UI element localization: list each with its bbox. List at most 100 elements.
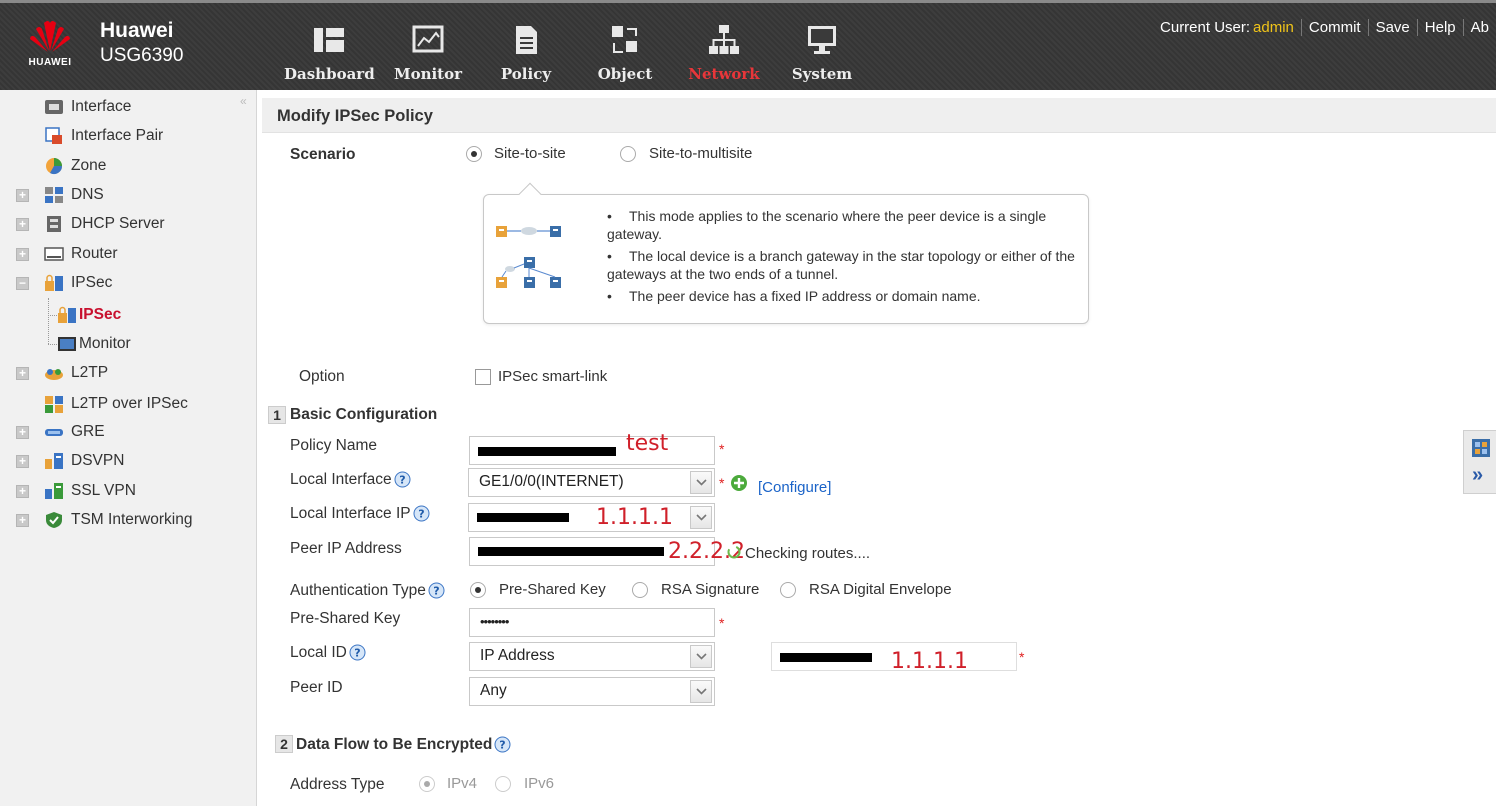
sidebar-item-label: DHCP Server — [71, 215, 165, 232]
help-link[interactable]: Help — [1416, 19, 1463, 36]
help-icon[interactable]: ? — [394, 471, 411, 488]
basic-config-title: Basic Configuration — [290, 406, 438, 423]
sidebar-item-interface[interactable]: Interface — [44, 94, 131, 120]
nav-network[interactable]: Network — [679, 23, 769, 83]
svg-text:?: ? — [418, 508, 424, 521]
dropdown-button[interactable] — [690, 645, 712, 668]
pre-shared-key-radio[interactable] — [470, 582, 486, 598]
scenario-tip-list: This mode applies to the scenario where … — [607, 207, 1077, 309]
ipsec-smart-link-checkbox[interactable] — [475, 369, 491, 385]
local-interface-ip-label: Local Interface IP? — [290, 505, 430, 523]
ipsec-icon — [45, 274, 63, 291]
site-to-multisite-radio[interactable] — [620, 146, 636, 162]
local-interface-select[interactable]: GE1/0/0(INTERNET) — [468, 468, 715, 497]
help-icon[interactable]: ? — [413, 505, 430, 522]
sidebar-item-tsm-interworking[interactable]: TSM Interworking — [44, 507, 192, 533]
gre-icon — [45, 429, 63, 436]
sidebar-item-interface-pair[interactable]: Interface Pair — [44, 123, 163, 149]
expand-dns-toggle[interactable]: + — [16, 189, 29, 202]
local-interface-ip-select[interactable] — [468, 503, 715, 532]
nav-object[interactable]: Object — [580, 23, 670, 83]
local-id-value: IP Address — [480, 647, 555, 664]
expand-dhcp-toggle[interactable]: + — [16, 218, 29, 231]
rsa-digital-envelope-label[interactable]: RSA Digital Envelope — [809, 581, 952, 598]
sidebar-item-dsvpn[interactable]: DSVPN — [44, 448, 124, 474]
expand-panel-button[interactable]: » — [1472, 465, 1483, 485]
sidebar-item-router[interactable]: Router — [44, 241, 118, 267]
expand-gre-toggle[interactable]: + — [16, 426, 29, 439]
policy-name-input[interactable] — [469, 436, 715, 465]
dropdown-button[interactable] — [690, 471, 712, 494]
expand-l2tp-toggle[interactable]: + — [16, 367, 29, 380]
huawei-logo: HUAWEI — [20, 17, 80, 73]
ipv4-label[interactable]: IPv4 — [447, 775, 477, 792]
expand-router-toggle[interactable]: + — [16, 248, 29, 261]
address-type-label: Address Type — [290, 776, 385, 793]
sidebar-item-l2tp[interactable]: L2TP — [44, 360, 108, 386]
ipv6-label[interactable]: IPv6 — [524, 775, 554, 792]
site-to-multisite-label[interactable]: Site-to-multisite — [649, 145, 752, 162]
sidebar-item-label: TSM Interworking — [71, 511, 193, 528]
configure-link[interactable]: [Configure] — [758, 479, 831, 496]
help-icon[interactable]: ? — [494, 736, 511, 753]
policy-icon — [516, 26, 537, 54]
expand-ssl-vpn-toggle[interactable]: + — [16, 485, 29, 498]
sidebar-item-ipsec[interactable]: IPSec — [57, 302, 121, 328]
sidebar-item-dhcp-server[interactable]: DHCP Server — [44, 211, 165, 237]
sidebar: « Interface Interface Pair Zone + DNS + … — [0, 90, 257, 806]
sidebar-item-label: DNS — [71, 186, 104, 203]
redaction-bar — [478, 447, 616, 456]
huawei-wordmark: HUAWEI — [28, 57, 72, 68]
rsa-digital-envelope-radio[interactable] — [780, 582, 796, 598]
nav-dashboard[interactable]: Dashboard — [284, 23, 375, 83]
collapse-ipsec-toggle[interactable]: − — [16, 277, 29, 290]
sidebar-collapse-button[interactable]: « — [240, 94, 247, 108]
sidebar-item-dns[interactable]: DNS — [44, 182, 104, 208]
peer-id-value: Any — [480, 682, 507, 699]
ipv4-radio[interactable] — [419, 776, 435, 792]
dhcp-server-icon — [47, 216, 61, 232]
help-icon[interactable]: ? — [428, 582, 445, 599]
rsa-signature-radio[interactable] — [632, 582, 648, 598]
sidebar-item-gre[interactable]: GRE — [44, 419, 105, 445]
commit-link[interactable]: Commit — [1300, 19, 1368, 36]
top-right-toolbar: Current User: admin Commit Save Help Ab — [1153, 19, 1496, 36]
chevron-down-icon — [696, 514, 707, 521]
sidebar-item-ipsec-monitor[interactable]: Monitor — [57, 331, 131, 357]
dropdown-button[interactable] — [690, 680, 712, 703]
sidebar-item-zone[interactable]: Zone — [44, 153, 106, 179]
dropdown-button[interactable] — [690, 506, 712, 529]
nav-system[interactable]: System — [777, 23, 867, 83]
l2tp-over-ipsec-icon — [45, 396, 63, 413]
local-interface-label-text: Local Interface — [290, 471, 392, 488]
local-id-label-text: Local ID — [290, 644, 347, 661]
peer-id-select[interactable]: Any — [469, 677, 715, 706]
current-user-name: admin — [1253, 19, 1294, 36]
task-list-icon[interactable] — [1471, 438, 1491, 458]
site-to-site-label[interactable]: Site-to-site — [494, 145, 566, 162]
local-interface-ip-label-text: Local Interface IP — [290, 505, 411, 522]
pre-shared-key-input[interactable]: •••••••• — [469, 608, 715, 637]
sidebar-item-ssl-vpn[interactable]: SSL VPN — [44, 478, 136, 504]
site-to-site-radio[interactable] — [466, 146, 482, 162]
rsa-signature-label[interactable]: RSA Signature — [661, 581, 759, 598]
expand-tsm-toggle[interactable]: + — [16, 514, 29, 527]
about-link[interactable]: Ab — [1462, 19, 1496, 36]
nav-monitor[interactable]: Monitor — [383, 23, 473, 83]
scenario-label: Scenario — [290, 146, 356, 163]
chevron-down-icon — [696, 479, 707, 486]
sidebar-item-label: IPSec — [71, 274, 113, 291]
ipv6-radio[interactable] — [495, 776, 511, 792]
help-icon[interactable]: ? — [349, 644, 366, 661]
save-link[interactable]: Save — [1367, 19, 1417, 36]
pre-shared-key-option-label[interactable]: Pre-Shared Key — [499, 581, 606, 598]
add-icon[interactable] — [730, 474, 748, 492]
expand-dsvpn-toggle[interactable]: + — [16, 455, 29, 468]
ssl-vpn-icon — [45, 483, 63, 499]
sidebar-item-l2tp-over-ipsec[interactable]: L2TP over IPSec — [44, 391, 188, 417]
nav-policy[interactable]: Policy — [481, 23, 571, 83]
ipsec-smart-link-label[interactable]: IPSec smart-link — [498, 368, 607, 385]
local-id-select[interactable]: IP Address — [469, 642, 715, 671]
local-id-annotation: 1.1.1.1 — [891, 649, 968, 674]
sidebar-item-ipsec-group[interactable]: IPSec — [44, 270, 112, 296]
